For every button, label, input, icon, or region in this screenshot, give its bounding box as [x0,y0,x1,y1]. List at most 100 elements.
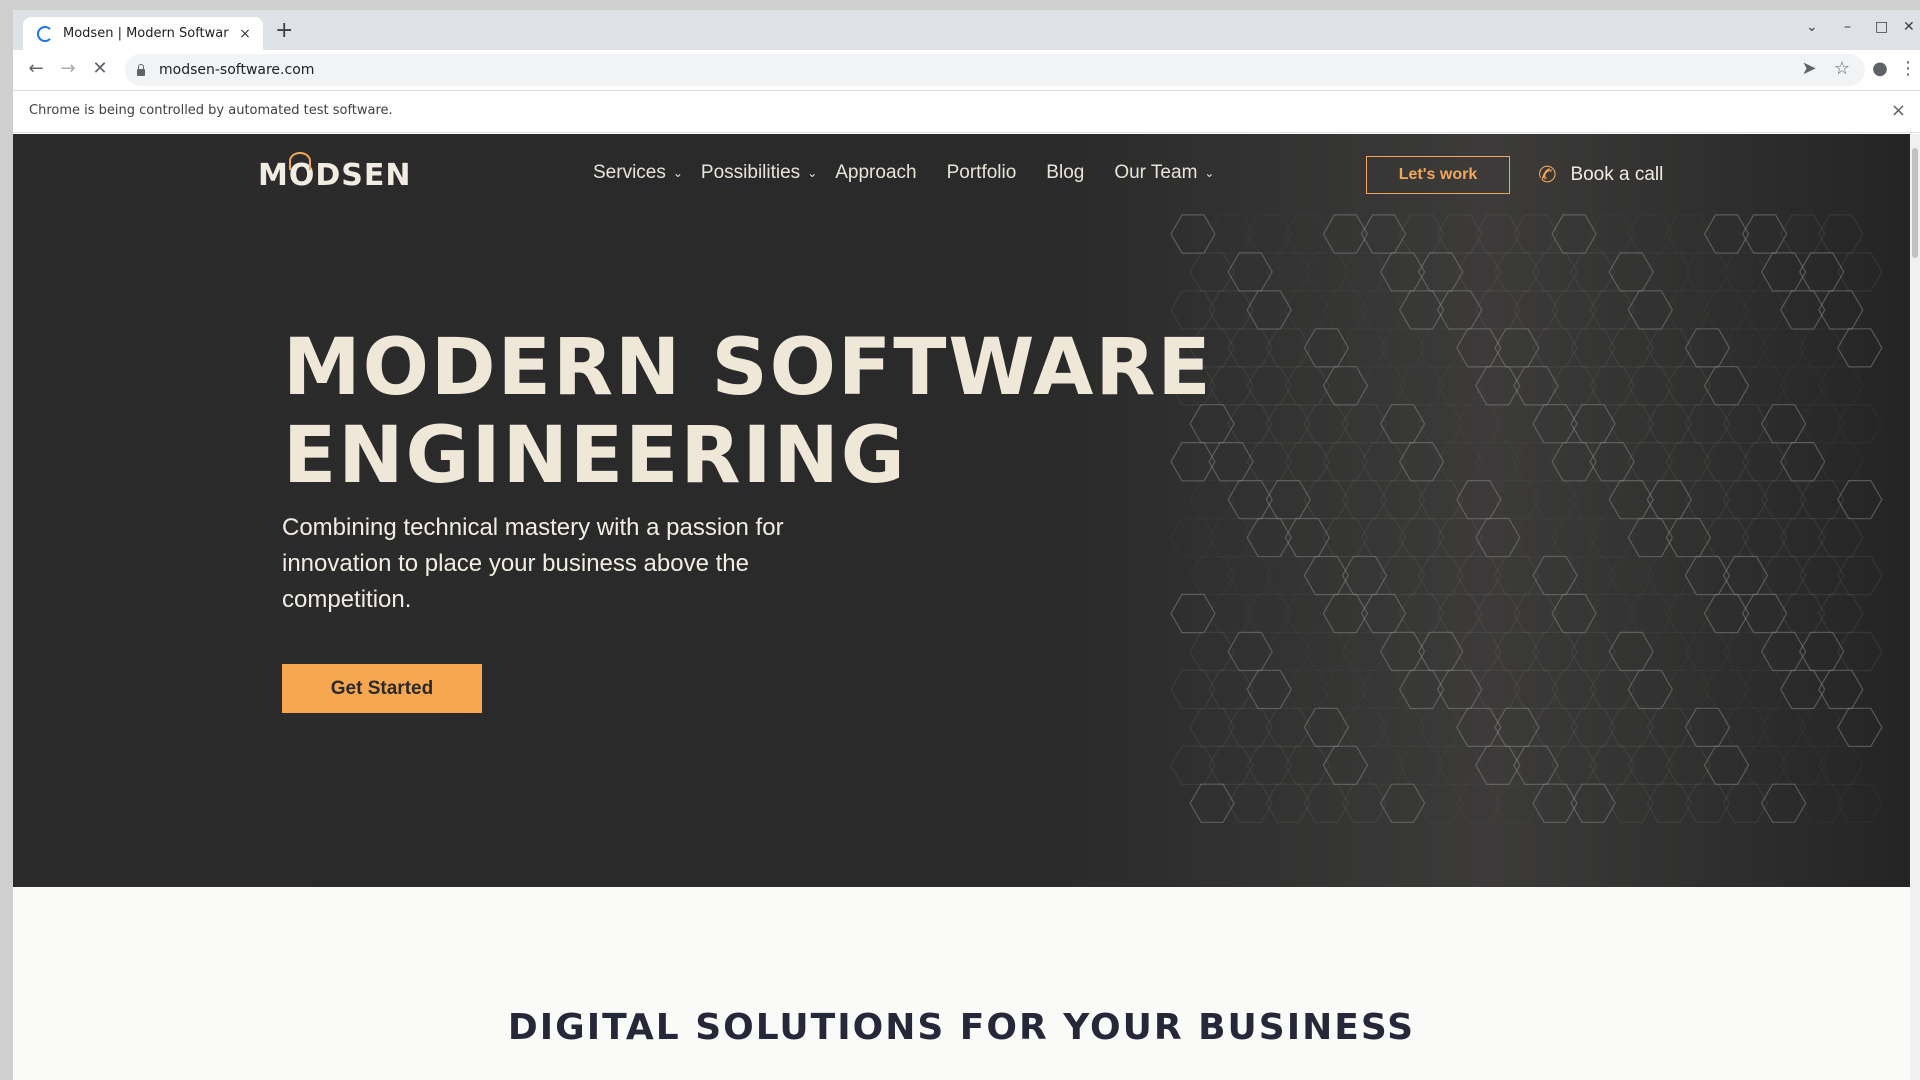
tab-search-icon[interactable]: ⌄ [1806,20,1818,34]
hexagon-shape [1398,745,1445,786]
hexagon-shape [1703,442,1750,482]
hexagon-shape [1570,707,1616,748]
nav-portfolio[interactable]: Portfolio [947,162,1017,184]
hexagon-shape [1780,214,1826,254]
hexagon-shape [1532,404,1578,444]
hero-section: MODSEN Services ⌄ Possibilities ⌄ Approach… [13,134,1910,887]
profile-icon[interactable]: ● [1869,59,1891,79]
chevron-down-icon: ⌄ [672,166,683,180]
scrollbar-thumb[interactable] [1912,148,1918,258]
hexagon-shape [1589,442,1635,482]
hexagon-shape [1341,252,1388,292]
page-scrollbar[interactable] [1910,134,1920,1080]
lets-work-button[interactable]: Let's work [1366,156,1510,194]
hexagon-shape [1818,442,1864,482]
hexagon-shape [1475,442,1521,482]
hexagon-shape [1780,745,1826,786]
menu-icon[interactable]: ⋮ [1897,59,1919,79]
lock-icon[interactable] [137,63,145,76]
hexagon-shape [1322,442,1369,482]
new-tab-button[interactable]: + [275,20,293,42]
hexagon-shape [1360,593,1407,634]
get-started-button[interactable]: Get Started [282,664,482,713]
hexagon-shape [1360,366,1407,406]
nav-approach[interactable]: Approach [835,162,916,184]
maximize-button[interactable]: □ [1875,20,1888,34]
hexagon-shape [1532,252,1578,292]
hexagon-shape [1494,555,1540,596]
hexagon-shape [1665,745,1712,786]
hexagon-shape [1456,631,1502,672]
hexagon-shape [1360,442,1407,482]
address-bar[interactable]: modsen-software.com [125,54,1865,86]
book-call-link[interactable]: ✆ Book a call [1536,161,1663,189]
hexagon-shape [1646,631,1692,672]
hexagon-shape [1265,404,1311,444]
hexagon-shape [1799,555,1845,596]
send-icon[interactable]: ➤ [1798,59,1820,79]
hexagon-shape [1684,328,1731,368]
hexagon-shape [1379,783,1426,823]
hexagon-shape [1837,328,1883,368]
hexagon-shape [1303,555,1350,596]
hexagon-shape [1722,707,1769,748]
hexagon-shape [1322,745,1369,786]
section-title: DIGITAL SOLUTIONS FOR YOUR BUSINESS [507,1007,1416,1048]
star-icon[interactable]: ☆ [1831,59,1853,79]
hexagon-shape [1722,328,1769,368]
back-arrow-icon[interactable]: ← [25,59,47,79]
hexagon-shape [1780,669,1826,710]
hexagon-shape [1608,707,1654,748]
hexagon-shape [1760,328,1807,368]
hexagon-shape [1551,290,1597,330]
hexagon-shape [1646,707,1692,748]
hexagon-shape [1341,783,1388,823]
hero-heading-line-2: ENGINEERING [283,411,907,501]
site-logo[interactable]: MODSEN [258,152,411,193]
hexagon-shape [1818,669,1864,710]
hexagon-shape [1456,404,1502,444]
hexagon-shape [1189,555,1235,596]
nav-label: Services [593,162,666,183]
browser-window: Modsen | Modern Software × + ⌄ – □ ✕ ← →… [13,10,1920,1080]
hexagon-shape [1418,707,1464,748]
hexagon-shape [1303,707,1350,748]
hexagon-shape [1780,593,1826,634]
hexagon-shape [1398,593,1445,634]
close-window-button[interactable]: ✕ [1903,20,1915,34]
hexagon-shape [1208,290,1254,330]
hexagon-shape [1284,214,1330,254]
hexagon-shape [1818,366,1864,406]
hexagon-shape [1437,745,1483,786]
nav-our-team[interactable]: Our Team ⌄ [1114,162,1214,184]
nav-services[interactable]: Services ⌄ [593,162,683,184]
stop-icon[interactable]: ✕ [89,59,111,79]
hexagon-shape [1760,480,1807,520]
hexagon-shape [1551,669,1597,710]
minimize-button[interactable]: – [1844,20,1851,34]
url-text[interactable]: modsen-software.com [159,62,314,78]
hexagon-shape [1189,631,1235,672]
hexagon-shape [1227,783,1273,823]
active-tab[interactable]: Modsen | Modern Software × [23,17,263,50]
hexagon-shape [1837,783,1883,823]
hexagon-shape [1170,214,1216,254]
hexagon-shape [1780,517,1826,558]
hexagon-shape [1189,783,1235,823]
hexagon-shape [1303,404,1350,444]
hexagon-shape [1760,252,1807,292]
hexagon-shape [1741,366,1788,406]
hexagon-shape [1437,366,1483,406]
infobar-close-icon[interactable]: × [1891,100,1906,121]
hexagon-shape [1456,252,1502,292]
hexagon-shape [1398,290,1445,330]
forward-arrow-icon[interactable]: → [57,59,79,79]
hexagon-shape [1303,480,1350,520]
nav-blog[interactable]: Blog [1046,162,1084,184]
nav-possibilities[interactable]: Possibilities ⌄ [701,162,817,184]
hexagon-shape [1246,442,1292,482]
hexagon-shape [1475,669,1521,710]
hexagon-shape [1741,214,1788,254]
hexagon-shape [1570,328,1616,368]
tab-close-icon[interactable]: × [237,26,253,42]
